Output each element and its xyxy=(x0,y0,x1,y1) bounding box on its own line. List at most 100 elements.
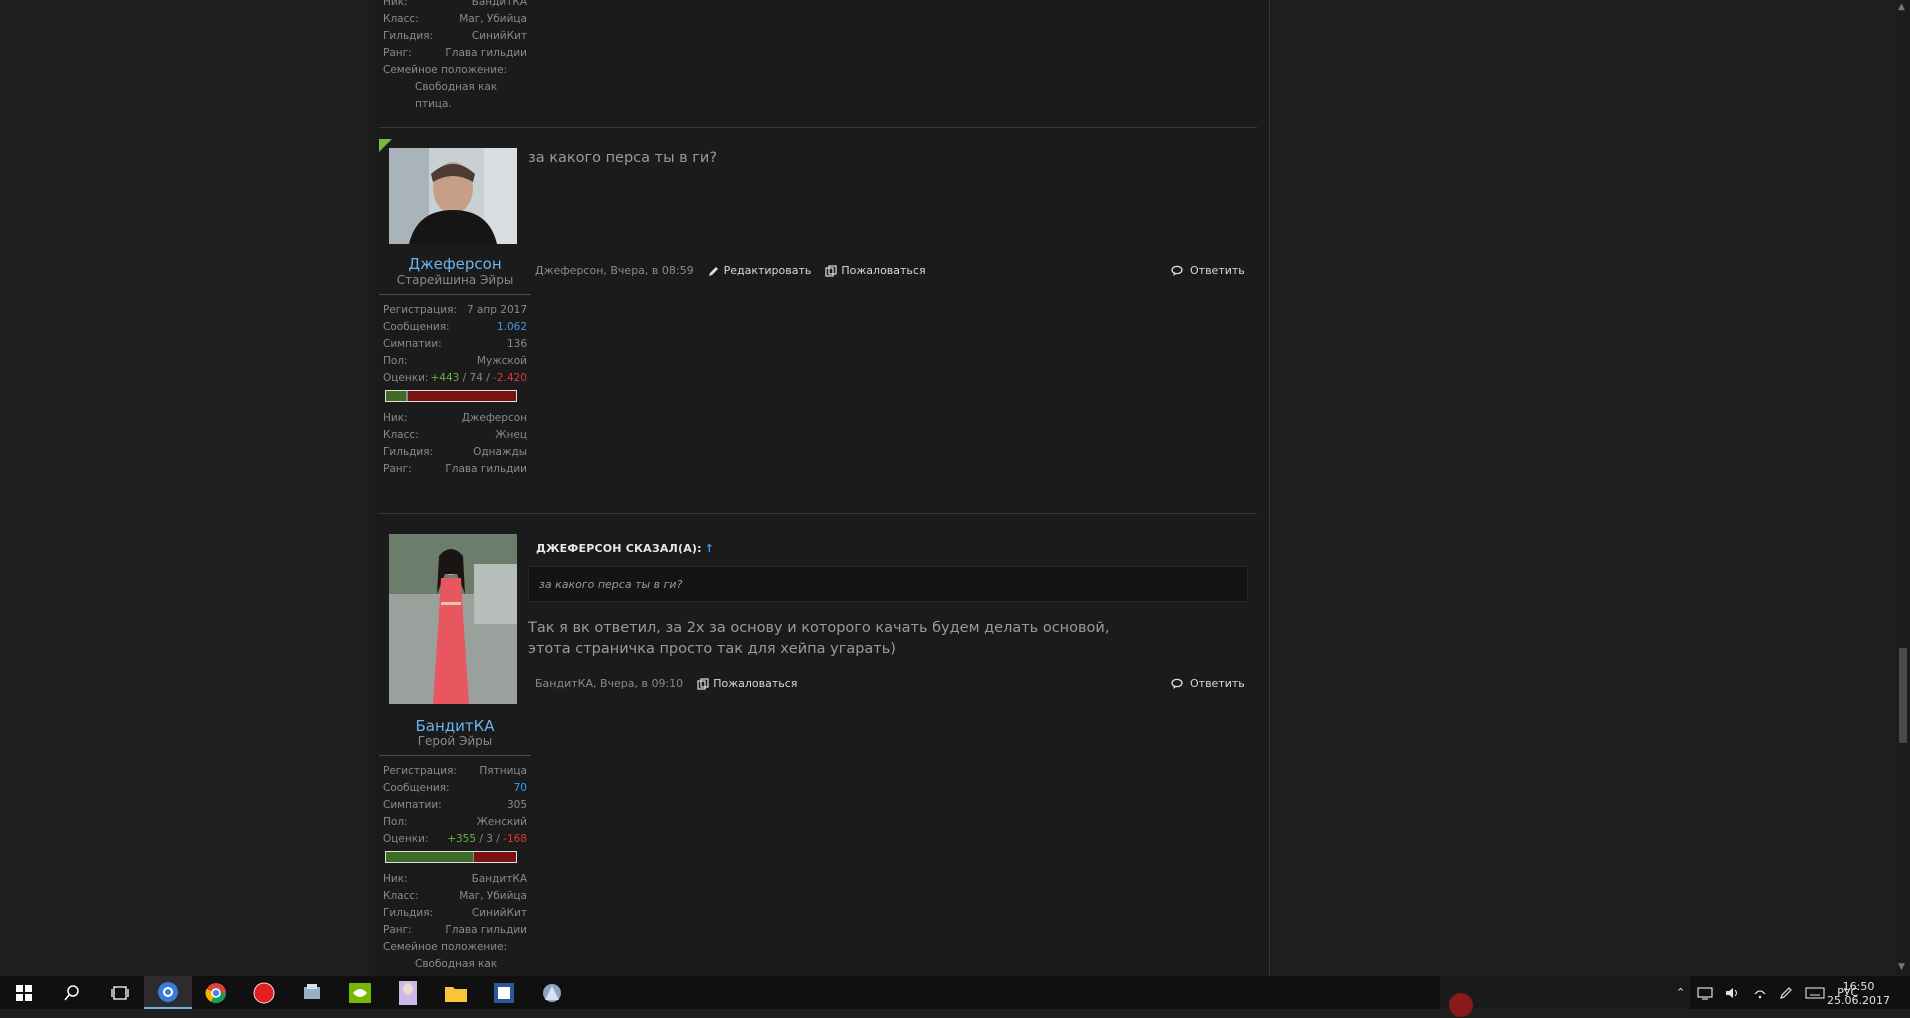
task-view-button[interactable] xyxy=(96,976,144,1009)
field-label: Гильдия: xyxy=(383,446,434,458)
post-divider xyxy=(379,127,1257,128)
quote-block: за какого перса ты в ги? xyxy=(528,566,1248,602)
app-icon xyxy=(304,983,320,999)
user-info-divider xyxy=(379,294,531,295)
task-view-icon xyxy=(111,985,129,1000)
field-value: Джеферсон xyxy=(461,412,527,424)
field-value: Жнец xyxy=(495,429,527,441)
field-label: Класс: xyxy=(383,429,419,441)
taskbar-app-word[interactable] xyxy=(480,976,528,1009)
page-scrollbar[interactable]: ▲ ▼ xyxy=(1896,0,1910,976)
field-value: 305 xyxy=(506,799,527,811)
volume-icon[interactable] xyxy=(1725,986,1741,1000)
message-user-info: Джеферсон Старейшина Эйры Регистрация: 7 … xyxy=(379,148,531,488)
reply-label: Ответить xyxy=(1190,677,1245,690)
message-line: этота страничка просто так для хейпа уга… xyxy=(528,641,896,657)
quote-jump-link[interactable]: ↑ xyxy=(705,542,714,555)
clock-date: 25.06.2017 xyxy=(1827,994,1890,1007)
field-value: СинийКит xyxy=(471,30,527,42)
field-label: Сообщения: xyxy=(383,782,450,794)
pencil-icon xyxy=(708,266,718,276)
username-link[interactable]: Джеферсон xyxy=(379,255,531,273)
report-button[interactable]: Пожаловаться xyxy=(825,264,926,277)
field-value: Маг, Убийца xyxy=(459,890,527,902)
start-button[interactable] xyxy=(0,976,48,1009)
reply-button[interactable]: Ответить xyxy=(1171,264,1245,277)
field-label: Оценки: xyxy=(383,372,429,384)
field-label: Класс: xyxy=(383,13,419,25)
field-value: БандитКА xyxy=(471,873,527,885)
taskbar-app-chrome[interactable] xyxy=(192,976,240,1009)
taskbar-app-game[interactable] xyxy=(384,976,432,1009)
network-icon[interactable] xyxy=(1697,986,1713,1000)
field-value: Свободная как птица. xyxy=(415,958,498,987)
user-extra-fields: Ник: БандитКА Класс: Маг, Убийца Гильдия: С… xyxy=(383,0,527,110)
messages-count-link[interactable]: 1.062 xyxy=(497,319,527,336)
quote-header: ДЖЕФЕРСОН СКАЗАЛ(А): ↑ xyxy=(536,542,714,555)
scroll-up-icon[interactable]: ▲ xyxy=(1898,2,1905,12)
report-label: Пожаловаться xyxy=(713,677,798,690)
field-label: Класс: xyxy=(383,890,419,902)
edit-button[interactable]: Редактировать xyxy=(708,264,812,277)
taskbar-clock[interactable]: 16:50 25.06.2017 xyxy=(1827,980,1890,1008)
field-value: Маг, Убийца xyxy=(459,13,527,25)
keyboard-icon[interactable] xyxy=(1805,986,1825,999)
user-stats: Регистрация: 7 апр 2017 Сообщения: 1.062 С… xyxy=(383,302,527,478)
message-author-date[interactable]: Джеферсон, Вчера, в 08:59 xyxy=(535,264,694,277)
field-label: Семейное положение: xyxy=(383,64,508,76)
username-link[interactable]: БандитКА xyxy=(379,717,531,735)
report-icon xyxy=(825,264,837,277)
folder-icon xyxy=(445,986,467,1002)
edit-label: Редактировать xyxy=(723,264,812,277)
field-value: 136 xyxy=(506,338,527,350)
field-value: Пятница xyxy=(479,765,527,777)
messages-count-link[interactable]: 70 xyxy=(514,780,527,797)
app-icon xyxy=(543,983,561,1002)
ratings-bar xyxy=(385,851,517,863)
user-stats: Регистрация: Пятница Сообщения: 70 Симпати… xyxy=(383,763,527,987)
wifi-icon[interactable] xyxy=(1753,986,1767,1000)
notification-toast[interactable] xyxy=(1440,976,1690,1017)
field-label: Сообщения: xyxy=(383,321,450,333)
search-icon xyxy=(64,984,79,1000)
ratings-bar-negative xyxy=(408,391,516,401)
field-value: Мужской xyxy=(476,355,527,367)
pen-icon[interactable] xyxy=(1779,986,1793,1000)
field-value: Однажды xyxy=(473,446,527,458)
taskbar-app-utility[interactable] xyxy=(288,976,336,1009)
taskbar-app-other[interactable] xyxy=(528,976,576,1009)
avatar[interactable] xyxy=(389,148,517,244)
quote-text: за какого перса ты в ги? xyxy=(539,578,683,591)
scrollbar-thumb[interactable] xyxy=(1899,648,1907,743)
field-label: Гильдия: xyxy=(383,907,434,919)
field-value: Глава гильдии xyxy=(445,47,527,59)
scroll-down-icon[interactable]: ▼ xyxy=(1898,962,1905,972)
taskbar-app-explorer[interactable] xyxy=(432,976,480,1009)
user-title: Герой Эйры xyxy=(417,734,493,748)
field-label: Ранг: xyxy=(383,924,412,936)
nvidia-icon xyxy=(349,982,371,1003)
field-value: 7 апр 2017 xyxy=(466,304,527,316)
message-text: за какого перса ты в ги? xyxy=(528,150,718,166)
comments-icon xyxy=(1171,678,1183,689)
ratings-bar-negative xyxy=(474,852,516,862)
chevron-up-icon[interactable]: ⌃ xyxy=(1676,986,1685,999)
field-label: Ранг: xyxy=(383,463,412,475)
field-value: Глава гильдии xyxy=(445,463,527,475)
field-value: СинийКит xyxy=(471,907,527,919)
comments-icon xyxy=(1171,265,1183,276)
taskbar-app-browser[interactable] xyxy=(144,976,192,1009)
message-meta: БандитКА, Вчера, в 09:10 Пожаловаться xyxy=(535,677,797,690)
taskbar-app-recorder[interactable] xyxy=(240,976,288,1009)
avatar[interactable] xyxy=(389,534,517,704)
message-author-date[interactable]: БандитКА, Вчера, в 09:10 xyxy=(535,677,683,690)
report-button[interactable]: Пожаловаться xyxy=(697,677,797,690)
search-button[interactable] xyxy=(48,976,96,1009)
field-label: Регистрация: xyxy=(383,304,457,316)
taskbar-app-nvidia[interactable] xyxy=(336,976,384,1009)
reply-button[interactable]: Ответить xyxy=(1171,677,1245,690)
browser-icon xyxy=(158,981,178,1002)
message-user-info: БандитКА Герой Эйры Регистрация: Пятница … xyxy=(379,534,531,987)
windows-icon xyxy=(16,984,32,1001)
field-label: Семейное положение: xyxy=(383,941,508,953)
